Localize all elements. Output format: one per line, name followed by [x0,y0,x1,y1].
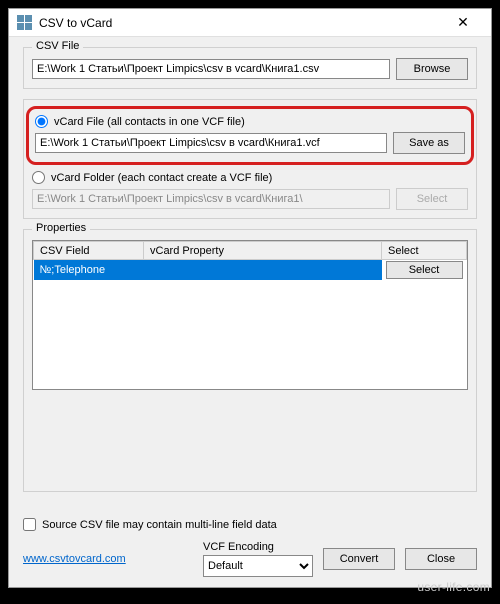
window-title: CSV to vCard [39,16,443,30]
cell-csv-field: №;Telephone [34,260,144,280]
watermark-text: user-life.com [417,580,490,594]
highlight-annotation: vCard File (all contacts in one VCF file… [26,106,474,165]
multiline-checkbox[interactable] [23,518,36,531]
properties-table: CSV Field vCard Property Select №;Teleph… [32,240,468,390]
properties-label: Properties [32,222,90,234]
close-icon[interactable]: ✕ [443,11,483,35]
content-area: CSV File Browse vCard File (all contacts… [9,37,491,587]
multiline-label: Source CSV file may contain multi-line f… [42,519,277,531]
table-header-row: CSV Field vCard Property Select [34,242,467,260]
properties-group: Properties CSV Field vCard Property Sele… [23,229,477,492]
footer-area: Source CSV file may contain multi-line f… [23,502,477,577]
vcard-folder-radio[interactable] [32,171,45,184]
save-as-button[interactable]: Save as [393,132,465,154]
browse-button[interactable]: Browse [396,58,468,80]
encoding-select[interactable]: Default [203,555,313,577]
app-icon [17,15,33,31]
csv-path-input[interactable] [32,59,390,79]
csv-file-group: CSV File Browse [23,47,477,89]
titlebar: CSV to vCard ✕ [9,9,491,37]
output-group: vCard File (all contacts in one VCF file… [23,99,477,219]
vcard-folder-label: vCard Folder (each contact create a VCF … [51,172,272,184]
convert-button[interactable]: Convert [323,548,395,570]
table-row[interactable]: №;Telephone Select [34,260,467,280]
select-folder-button: Select [396,188,468,210]
cell-vcard-property [144,260,382,280]
vcard-file-radio[interactable] [35,115,48,128]
header-csv: CSV Field [34,242,144,260]
encoding-label: VCF Encoding [203,541,313,553]
vcard-folder-path-input [32,189,390,209]
vcard-file-label: vCard File (all contacts in one VCF file… [54,116,245,128]
header-select: Select [382,242,467,260]
close-button[interactable]: Close [405,548,477,570]
website-link[interactable]: www.csvtovcard.com [23,553,126,565]
row-select-button[interactable]: Select [386,261,463,279]
csv-group-label: CSV File [32,40,83,52]
header-vcard: vCard Property [144,242,382,260]
vcard-file-path-input[interactable] [35,133,387,153]
window: CSV to vCard ✕ CSV File Browse vCard Fil… [8,8,492,588]
